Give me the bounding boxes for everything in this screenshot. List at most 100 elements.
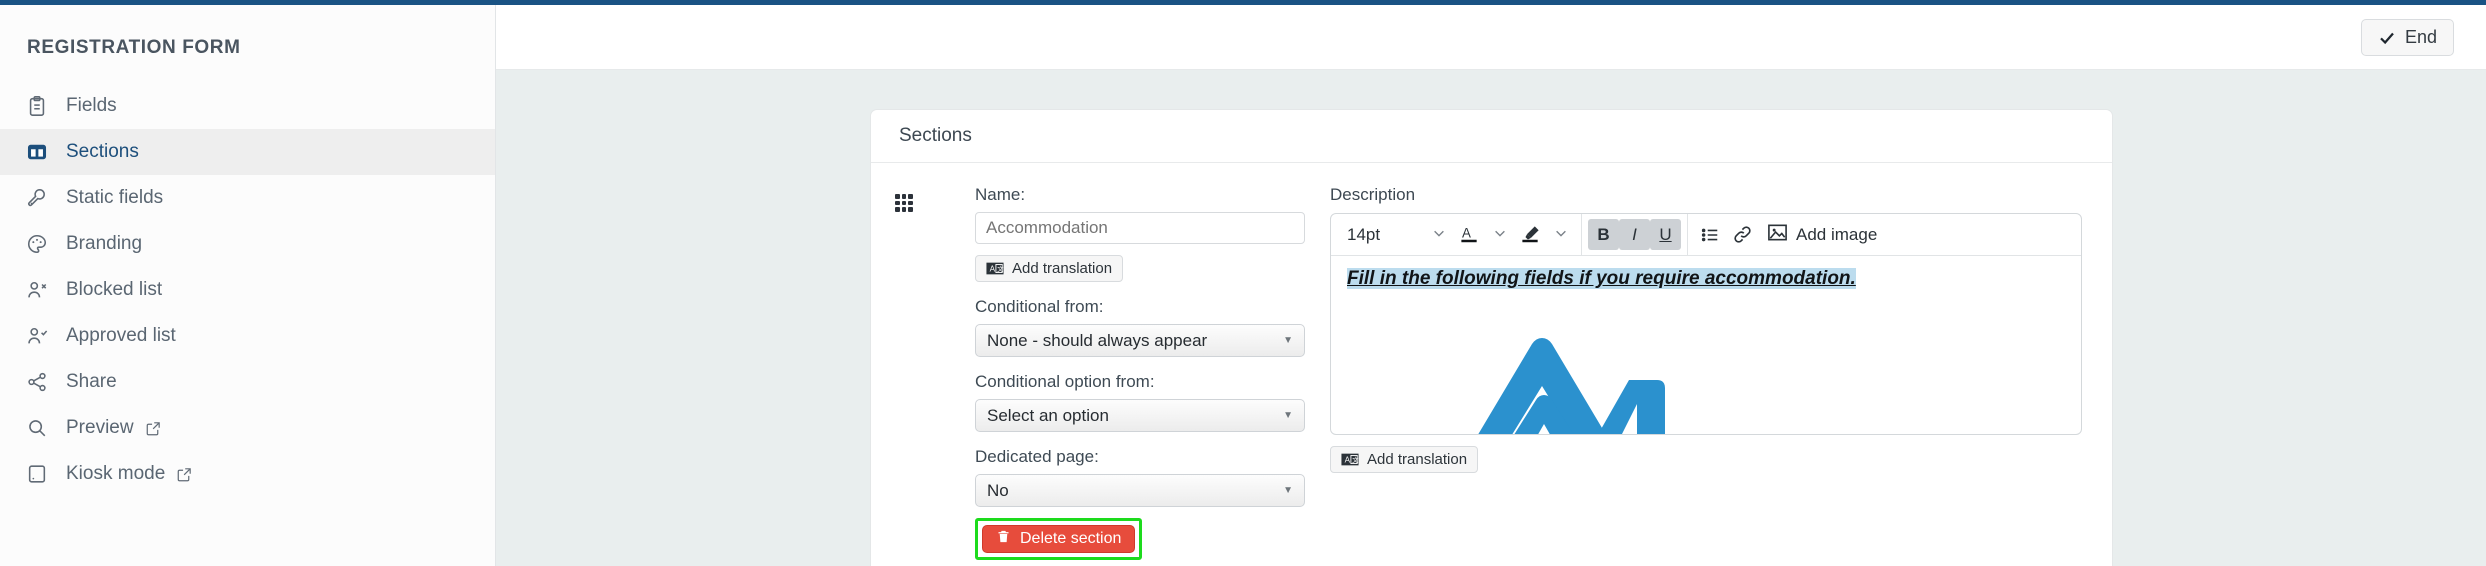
kiosk-icon bbox=[24, 461, 50, 487]
conditional-from-select[interactable]: None - should always appear ▼ bbox=[975, 324, 1305, 357]
conditional-from-label: Conditional from: bbox=[975, 297, 1104, 316]
editor-content-area[interactable]: Fill in the following fields if you requ… bbox=[1331, 256, 2081, 434]
add-translation-label: Add translation bbox=[1012, 260, 1113, 277]
dedicated-page-select[interactable]: No ▼ bbox=[975, 474, 1305, 507]
sidebar-title: REGISTRATION FORM bbox=[27, 37, 241, 58]
user-blocked-icon bbox=[24, 277, 50, 303]
delete-section-label: Delete section bbox=[1020, 530, 1122, 547]
sidebar-item-branding[interactable]: Branding bbox=[0, 221, 495, 267]
drag-handle-icon[interactable] bbox=[895, 194, 913, 212]
sidebar-item-label: Static fields bbox=[66, 187, 164, 208]
section-form-column: Name: A文 Add translation Conditional fro… bbox=[975, 185, 1305, 560]
rich-text-editor: 14pt A B I U Add image Fill in the follo… bbox=[1330, 213, 2082, 435]
sidebar-item-label: Approved list bbox=[66, 325, 176, 346]
bold-button[interactable]: B bbox=[1588, 219, 1619, 250]
embedded-logo-image bbox=[1424, 308, 1744, 434]
underline-label: U bbox=[1659, 224, 1672, 244]
workspace: Sections Name: A文 Add translation bbox=[496, 70, 2486, 566]
check-icon bbox=[2378, 29, 2396, 47]
add-translation-description-button[interactable]: A文 Add translation bbox=[1330, 446, 1479, 473]
add-image-button[interactable]: Add image bbox=[1759, 222, 1885, 248]
app-root: REGISTRATION FORM Fields Sections Static… bbox=[0, 0, 2486, 566]
card-body: Name: A文 Add translation Conditional fro… bbox=[871, 163, 2112, 566]
sidebar-item-blocked-list[interactable]: Blocked list bbox=[0, 267, 495, 313]
card-header: Sections bbox=[871, 110, 2112, 163]
sidebar-item-label: Sections bbox=[66, 141, 139, 162]
trash-icon bbox=[996, 529, 1011, 549]
page-title: Sections bbox=[899, 125, 972, 146]
conditional-option-value: Select an option bbox=[987, 405, 1109, 425]
sidebar-item-static-fields[interactable]: Static fields bbox=[0, 175, 495, 221]
clipboard-icon bbox=[24, 93, 50, 119]
bold-label: B bbox=[1597, 224, 1610, 244]
add-translation-name-button[interactable]: A文 Add translation bbox=[975, 255, 1124, 282]
description-label: Description bbox=[1330, 185, 1416, 204]
sidebar-nav: Fields Sections Static fields Branding B… bbox=[0, 83, 495, 497]
sidebar: REGISTRATION FORM Fields Sections Static… bbox=[0, 5, 496, 566]
toolbar-divider bbox=[1687, 214, 1688, 256]
image-icon bbox=[1767, 222, 1788, 248]
font-size-value: 14pt bbox=[1347, 224, 1381, 244]
svg-text:A: A bbox=[1345, 456, 1351, 465]
dedicated-page-label: Dedicated page: bbox=[975, 447, 1099, 466]
highlight-chevron-icon[interactable] bbox=[1547, 226, 1575, 243]
external-link-icon bbox=[145, 420, 162, 437]
share-icon bbox=[24, 369, 50, 395]
svg-text:A: A bbox=[990, 265, 996, 274]
end-button[interactable]: End bbox=[2360, 19, 2454, 56]
conditional-option-label: Conditional option from: bbox=[975, 372, 1155, 391]
search-icon bbox=[24, 415, 50, 441]
name-label: Name: bbox=[975, 185, 1026, 204]
top-header: End bbox=[496, 5, 2486, 70]
end-button-label: End bbox=[2404, 27, 2437, 47]
section-name-input[interactable] bbox=[975, 212, 1305, 244]
bullet-list-icon[interactable] bbox=[1694, 219, 1726, 250]
add-translation-label: Add translation bbox=[1367, 451, 1468, 468]
sidebar-item-fields[interactable]: Fields bbox=[0, 83, 495, 129]
conditional-option-select[interactable]: Select an option ▼ bbox=[975, 399, 1305, 432]
translate-icon: A文 bbox=[1341, 453, 1359, 466]
underline-button[interactable]: U bbox=[1650, 219, 1681, 250]
add-image-label: Add image bbox=[1796, 224, 1878, 244]
delete-section-button[interactable]: Delete section bbox=[982, 525, 1136, 553]
external-link-icon bbox=[176, 466, 193, 483]
sidebar-item-label: Branding bbox=[66, 233, 143, 254]
sections-card: Sections Name: A文 Add translation bbox=[870, 109, 2113, 566]
text-color-chevron-icon[interactable] bbox=[1486, 226, 1514, 243]
sidebar-item-approved-list[interactable]: Approved list bbox=[0, 313, 495, 359]
svg-text:A: A bbox=[1462, 225, 1471, 240]
sidebar-item-label: Kiosk mode bbox=[66, 463, 166, 484]
link-icon[interactable] bbox=[1726, 219, 1759, 250]
sidebar-item-sections[interactable]: Sections bbox=[0, 129, 495, 175]
sidebar-item-label: Share bbox=[66, 371, 117, 392]
toolbar-divider bbox=[1581, 214, 1582, 256]
dedicated-page-value: No bbox=[987, 480, 1009, 500]
svg-text:文: 文 bbox=[1352, 455, 1359, 464]
italic-label: I bbox=[1632, 224, 1637, 244]
wrench-icon bbox=[24, 185, 50, 211]
chevron-down-icon: ▼ bbox=[1283, 335, 1293, 346]
conditional-from-value: None - should always appear bbox=[987, 330, 1208, 350]
italic-button[interactable]: I bbox=[1619, 219, 1650, 250]
palette-icon bbox=[24, 231, 50, 257]
translate-icon: A文 bbox=[986, 262, 1004, 275]
description-text: Fill in the following fields if you requ… bbox=[1347, 268, 1856, 289]
sidebar-item-kiosk-mode[interactable]: Kiosk mode bbox=[0, 451, 495, 497]
text-color-icon[interactable]: A bbox=[1453, 219, 1486, 250]
sidebar-item-preview[interactable]: Preview bbox=[0, 405, 495, 451]
font-size-chevron-icon[interactable] bbox=[1425, 226, 1453, 243]
sidebar-item-label: Preview bbox=[66, 417, 134, 438]
chevron-down-icon: ▼ bbox=[1283, 485, 1293, 496]
chevron-down-icon: ▼ bbox=[1283, 410, 1293, 421]
sidebar-item-share[interactable]: Share bbox=[0, 359, 495, 405]
font-size-selector[interactable]: 14pt bbox=[1339, 225, 1425, 245]
editor-toolbar: 14pt A B I U Add image bbox=[1331, 214, 2081, 256]
description-column: Description 14pt A B I U Add image Fill … bbox=[1330, 185, 2082, 473]
highlight-pen-icon[interactable] bbox=[1514, 219, 1547, 250]
sidebar-item-label: Blocked list bbox=[66, 279, 163, 300]
sidebar-item-label: Fields bbox=[66, 95, 117, 116]
columns-icon bbox=[24, 139, 50, 165]
svg-text:文: 文 bbox=[997, 264, 1004, 273]
user-approved-icon bbox=[24, 323, 50, 349]
delete-section-highlight: Delete section bbox=[975, 518, 1143, 560]
